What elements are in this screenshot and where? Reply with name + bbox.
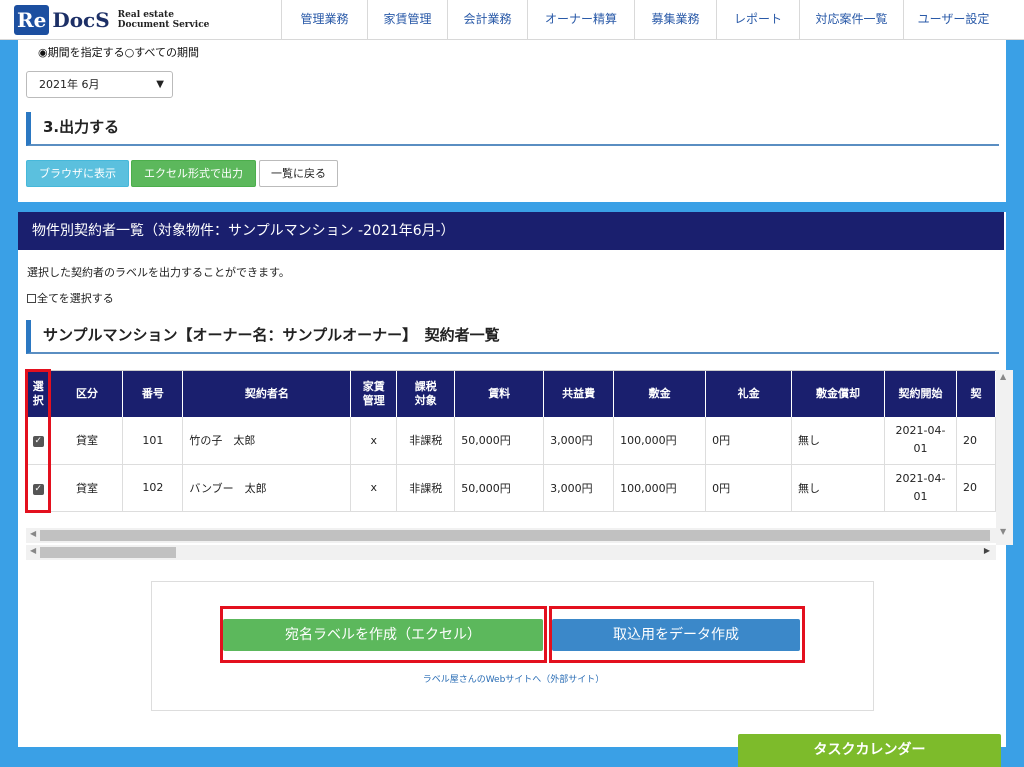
cell-key: 0円 [705,417,793,465]
label-site-link[interactable]: ラベル屋さんのWebサイトへ（外部サイト） [152,672,875,685]
cell-kubun: 貸室 [50,417,124,465]
scroll-down-icon[interactable]: ▼ [1000,527,1006,536]
table-vertical-scrollbar[interactable]: ▲ ▼ [996,370,1013,545]
cell-start: 2021-04- 01 [884,464,957,512]
col-kanri: 家賃 管理 [350,371,398,417]
list-description: 選択した契約者のラベルを出力することができます。 [27,266,290,279]
cell-name: 竹の子 太郎 [182,417,352,465]
cell-start: 2021-04- 01 [884,417,957,465]
cell-dep-amort: 無し [791,417,885,465]
cell-bango: 102 [122,464,184,512]
cell-kazei: 非課税 [396,464,456,512]
label-button-highlight [220,606,547,663]
scroll-left-icon[interactable]: ◀ [30,529,36,538]
contractor-table-wrap: 選択 区分 番号 契約者名 家賃 管理 課税 対象 賃料 共益費 敷金 礼金 敷金償… [26,370,996,524]
col-kazei: 課税 対象 [396,371,456,417]
contractor-section-title: サンプルマンション【オーナー名：サンプルオーナー】 契約者一覧 [43,326,500,344]
month-select-value: 2021年 6月 [39,78,100,91]
radio-specified-period[interactable]: ◉期間を指定する [38,44,125,60]
col-name: 契約者名 [182,371,352,417]
table-header-row: 選択 区分 番号 契約者名 家賃 管理 課税 対象 賃料 共益費 敷金 礼金 敷金償… [26,371,996,417]
table-row: ✓ 貸室 102 バンブー 太郎 x 非課税 50,000円 3,000円 10… [26,464,996,512]
nav-taio-anken[interactable]: 対応案件一覧 [799,0,903,40]
col-deposit: 敷金 [613,371,707,417]
radio-all-period[interactable]: ○すべての期間 [125,44,199,60]
cell-kanri: x [350,417,398,465]
table-row: ✓ 貸室 101 竹の子 太郎 x 非課税 50,000円 3,000円 100… [26,417,996,465]
scroll-right-icon[interactable]: ▶ [984,546,990,555]
contractor-section-header: サンプルマンション【オーナー名：サンプルオーナー】 契約者一覧 [26,320,999,354]
table-outer-hscrollbar[interactable]: ◀ ▶ [26,545,996,560]
import-button-highlight [549,606,805,663]
main-nav: 管理業務 家賃管理 会計業務 オーナー精算 募集業務 レポート 対応案件一覧 ユ… [281,0,1003,40]
excel-export-button[interactable]: エクセル形式で出力 [131,160,256,187]
logo-tagline: Real estate Document Service [118,10,210,30]
cell-kazei: 非課税 [396,417,456,465]
back-to-list-button[interactable]: 一覧に戻る [259,160,338,187]
output-section-title: 3.出力する [43,118,120,136]
output-section-header: 3.出力する [26,112,999,146]
cell-common: 3,000円 [543,417,615,465]
table-inner-hscrollbar[interactable]: ◀ [26,528,996,543]
logo-tagline-2: Document Service [117,20,210,30]
nav-boshu[interactable]: 募集業務 [634,0,716,40]
cell-dep-amort: 無し [791,464,885,512]
col-dep-amort: 敷金償却 [791,371,885,417]
col-key: 礼金 [705,371,793,417]
select-all-label: 全てを選択する [37,292,114,305]
nav-report[interactable]: レポート [716,0,799,40]
logo[interactable]: Re DocS Real estate Document Service [14,4,209,36]
col-kubun: 区分 [50,371,124,417]
nav-owner-seisan[interactable]: オーナー精算 [527,0,634,40]
cell-rent: 50,000円 [454,464,545,512]
scroll-left-icon[interactable]: ◀ [30,546,36,555]
cell-deposit: 100,000円 [613,417,707,465]
cell-common: 3,000円 [543,464,615,512]
select-column-highlight [25,369,51,513]
col-start: 契約開始 [884,371,957,417]
period-radio-group: ◉期間を指定する○すべての期間 [38,44,199,60]
cell-end: 20 [956,417,996,465]
checkbox-icon [27,293,36,303]
logo-tagline-1: Real estate [117,10,174,20]
col-rent: 賃料 [454,371,545,417]
col-end: 契 [956,371,996,417]
logo-re: Re [14,5,50,35]
task-calendar-button[interactable]: タスクカレンダー [738,734,1001,767]
cell-kanri: x [350,464,398,512]
cell-key: 0円 [705,464,793,512]
scroll-thumb[interactable] [40,530,990,541]
cell-bango: 101 [122,417,184,465]
month-select[interactable]: 2021年 6月 ▼ [26,71,173,98]
browser-view-button[interactable]: ブラウザに表示 [26,160,129,187]
cell-end: 20 [956,464,996,512]
nav-user-settings[interactable]: ユーザー設定 [903,0,1003,40]
nav-yachin[interactable]: 家賃管理 [367,0,447,40]
scroll-thumb[interactable] [40,547,176,558]
logo-docs: DocS [52,8,110,32]
top-header: Re DocS Real estate Document Service 管理業… [0,0,1024,40]
nav-kaikei[interactable]: 会計業務 [447,0,527,40]
cell-rent: 50,000円 [454,417,545,465]
col-bango: 番号 [122,371,184,417]
list-panel-title: 物件別契約者一覧（対象物件：サンプルマンション -2021年6月-） [18,212,1004,250]
contractor-list-panel: 物件別契約者一覧（対象物件：サンプルマンション -2021年6月-） 選択した契… [18,212,1013,747]
scroll-up-icon[interactable]: ▲ [1000,372,1006,381]
contractor-table: 選択 区分 番号 契約者名 家賃 管理 課税 対象 賃料 共益費 敷金 礼金 敷金償… [26,371,996,512]
output-panel: ◉期間を指定する○すべての期間 2021年 6月 ▼ 3.出力する ブラウザに表… [18,40,1006,202]
col-common: 共益費 [543,371,615,417]
select-all-checkbox[interactable]: 全てを選択する [27,290,114,306]
cell-name: バンブー 太郎 [182,464,352,512]
cell-kubun: 貸室 [50,464,124,512]
chevron-down-icon: ▼ [156,79,164,90]
cell-deposit: 100,000円 [613,464,707,512]
nav-kanri[interactable]: 管理業務 [281,0,367,40]
